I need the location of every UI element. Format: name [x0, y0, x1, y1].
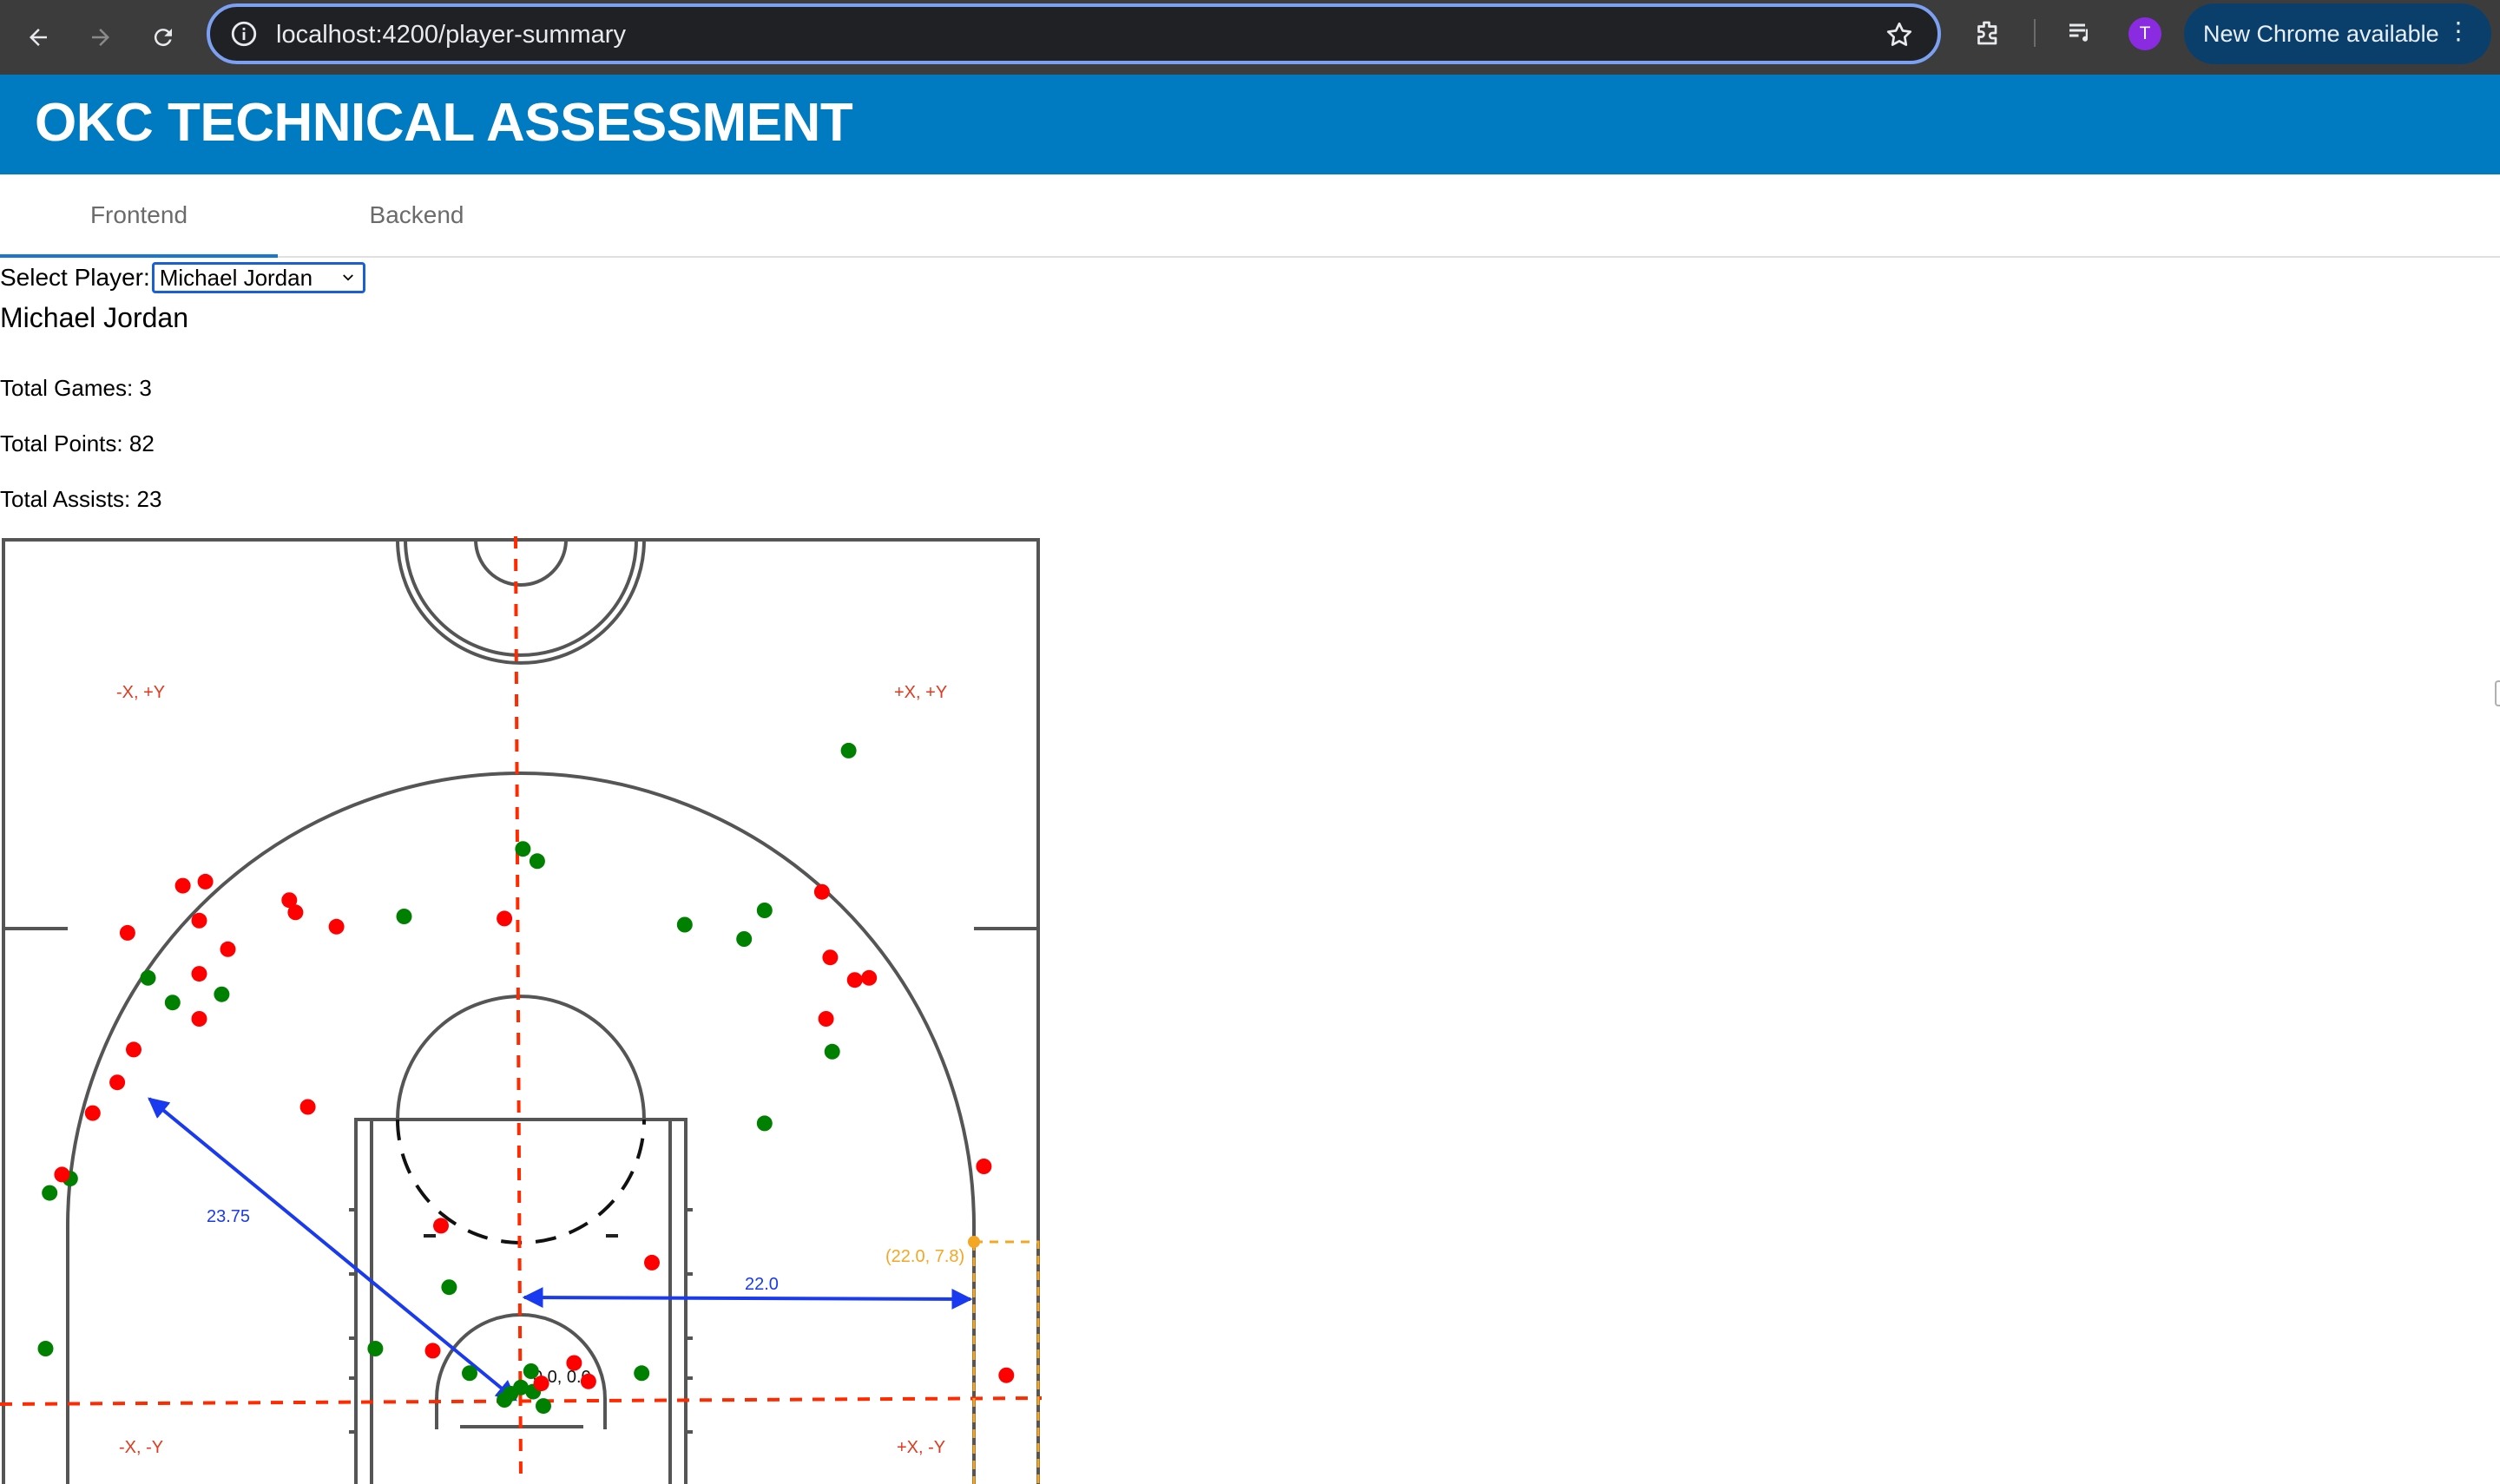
address-bar[interactable]: localhost:4200/player-summary: [207, 3, 1941, 64]
quadrant-label-bottom-left: -X, -Y: [119, 1438, 163, 1457]
shot-missed-point: [813, 883, 830, 900]
shot-missed-point: [861, 969, 878, 986]
shot-missed-point: [191, 912, 207, 929]
three-radius-arrow: [148, 1097, 517, 1402]
total-points-stat: Total Points: 82: [0, 430, 155, 456]
shot-made-point: [756, 1115, 773, 1132]
shot-made-point: [42, 1185, 58, 1201]
shot-made-point: [37, 1341, 54, 1356]
app-header: OKC TECHNICAL ASSESSMENT: [0, 75, 2500, 174]
app-title: OKC TECHNICAL ASSESSMENT: [35, 93, 853, 153]
shot-made-point: [214, 986, 230, 1002]
shot-chart: -X, +Y +X, +Y -X, -Y +X, -Y 23.75 22.0 (…: [0, 536, 1042, 1484]
y-axis-line: [514, 536, 523, 1484]
shot-missed-point: [818, 1011, 834, 1027]
shot-made-point: [367, 1341, 384, 1356]
shot-missed-point: [109, 1074, 126, 1091]
quadrant-label-top-right: +X, +Y: [894, 683, 947, 702]
total-assists-stat: Total Assists: 23: [0, 486, 162, 512]
shot-missed-point: [126, 1041, 141, 1058]
corner-point-label: (22.0, 7.8): [885, 1247, 964, 1266]
shot-missed-point: [174, 877, 191, 894]
more-menu-icon[interactable]: ⋮: [2446, 19, 2470, 43]
shots-made-series: [37, 742, 857, 1415]
total-games-stat: Total Games: 3: [0, 375, 152, 401]
corner-distance-arrow: [522, 1287, 973, 1310]
shot-made-point: [441, 1279, 457, 1296]
shot-made-point: [140, 969, 156, 986]
shot-missed-point: [299, 1099, 316, 1115]
site-info-icon[interactable]: [229, 19, 259, 49]
shot-made-point: [515, 841, 531, 857]
corner-point-marker: [968, 1236, 980, 1248]
active-tab-indicator: [0, 254, 278, 258]
media-queue-icon[interactable]: [2061, 14, 2099, 52]
shot-made-point: [164, 995, 181, 1011]
player-name-heading: Michael Jordan: [0, 302, 188, 333]
shot-missed-point: [191, 1011, 207, 1027]
toolbar-divider: [2034, 19, 2036, 47]
shot-made-point: [396, 909, 412, 924]
shot-made-point: [756, 903, 773, 918]
update-label: New Chrome available: [2203, 20, 2439, 47]
chevron-down-icon: [342, 274, 353, 281]
shot-missed-point: [287, 904, 304, 921]
shot-missed-point: [84, 1105, 101, 1121]
shot-missed-point: [54, 1166, 70, 1183]
selected-player: Michael Jordan: [159, 264, 313, 291]
shot-missed-point: [644, 1254, 660, 1271]
forward-icon[interactable]: [77, 14, 124, 61]
quadrant-label-top-left: -X, +Y: [116, 683, 165, 702]
quadrant-label-bottom-right: +X, -Y: [897, 1438, 945, 1457]
shot-missed-point: [846, 972, 863, 988]
shot-missed-point: [822, 949, 839, 966]
page-edge-handle: [2495, 680, 2500, 706]
shot-missed-point: [328, 918, 345, 935]
tab-frontend[interactable]: Frontend: [0, 174, 278, 256]
shot-missed-point: [533, 1376, 549, 1392]
three-radius-label: 23.75: [207, 1207, 250, 1226]
shot-missed-point: [424, 1343, 441, 1359]
reload-icon[interactable]: [140, 14, 187, 61]
shot-made-point: [523, 1363, 539, 1379]
shot-missed-point: [119, 924, 135, 941]
corner-distance-label: 22.0: [745, 1275, 779, 1294]
shot-made-point: [676, 916, 693, 933]
shot-missed-point: [497, 910, 513, 927]
shots-missed-series: [54, 873, 1015, 1392]
tab-bar: Frontend Backend: [0, 174, 2500, 258]
shot-missed-point: [566, 1355, 582, 1371]
shot-made-point: [736, 931, 753, 947]
chrome-update-button[interactable]: New Chrome available ⋮: [2184, 3, 2491, 64]
select-player-label: Select Player:: [0, 264, 150, 291]
tab-backend[interactable]: Backend: [278, 174, 556, 256]
shot-made-point: [529, 853, 545, 870]
shot-missed-point: [191, 966, 207, 982]
profile-avatar[interactable]: T: [2128, 17, 2161, 50]
shot-missed-point: [998, 1367, 1015, 1383]
shot-missed-point: [197, 873, 214, 890]
court-lines: [2, 538, 1040, 1484]
back-icon[interactable]: [15, 14, 62, 61]
shot-made-point: [840, 742, 857, 758]
shot-made-point: [497, 1392, 513, 1408]
bookmark-star-icon[interactable]: [1884, 19, 1915, 50]
url-text[interactable]: localhost:4200/player-summary: [276, 21, 626, 49]
browser-toolbar: localhost:4200/player-summary T New Chro…: [0, 0, 2500, 75]
shot-missed-point: [220, 941, 236, 957]
player-dropdown[interactable]: Michael Jordan: [151, 262, 365, 293]
shot-missed-point: [433, 1218, 449, 1234]
corner-dashed-box: [972, 1240, 1040, 1484]
shot-made-point: [462, 1365, 477, 1382]
extensions-icon[interactable]: [1969, 14, 2007, 52]
shot-missed-point: [976, 1159, 992, 1174]
shot-made-point: [824, 1043, 840, 1060]
shot-missed-point: [580, 1373, 596, 1389]
player-select-row: Select Player: Michael Jordan: [0, 260, 365, 295]
shot-made-point: [536, 1398, 551, 1415]
shot-made-point: [634, 1365, 650, 1382]
